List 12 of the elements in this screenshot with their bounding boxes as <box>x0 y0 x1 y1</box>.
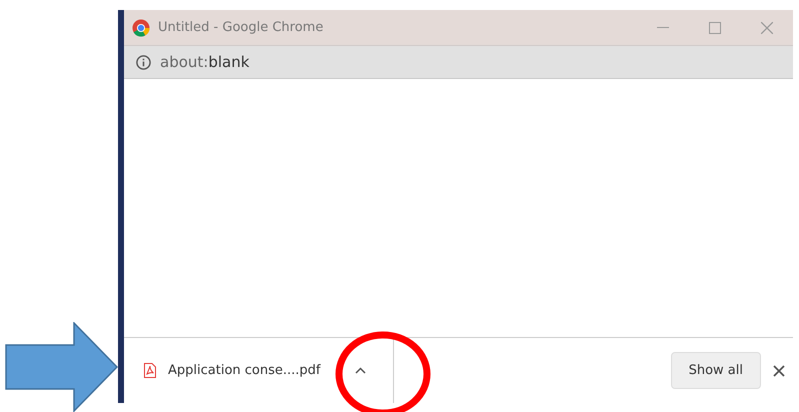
close-icon <box>761 22 773 34</box>
show-all-button[interactable]: Show all <box>670 352 761 389</box>
browser-logo-icon <box>132 18 150 36</box>
close-icon[interactable] <box>773 364 785 376</box>
window-title: Untitled - Google Chrome <box>158 20 324 35</box>
pdf-file-icon <box>144 363 156 378</box>
download-file-name[interactable]: Application conse....pdf <box>168 363 320 378</box>
maximize-icon <box>709 22 721 34</box>
address-field[interactable]: about:blank <box>160 53 250 71</box>
info-icon[interactable] <box>136 54 151 70</box>
minimize-icon <box>657 26 669 28</box>
chevron-up-icon[interactable] <box>354 367 366 374</box>
